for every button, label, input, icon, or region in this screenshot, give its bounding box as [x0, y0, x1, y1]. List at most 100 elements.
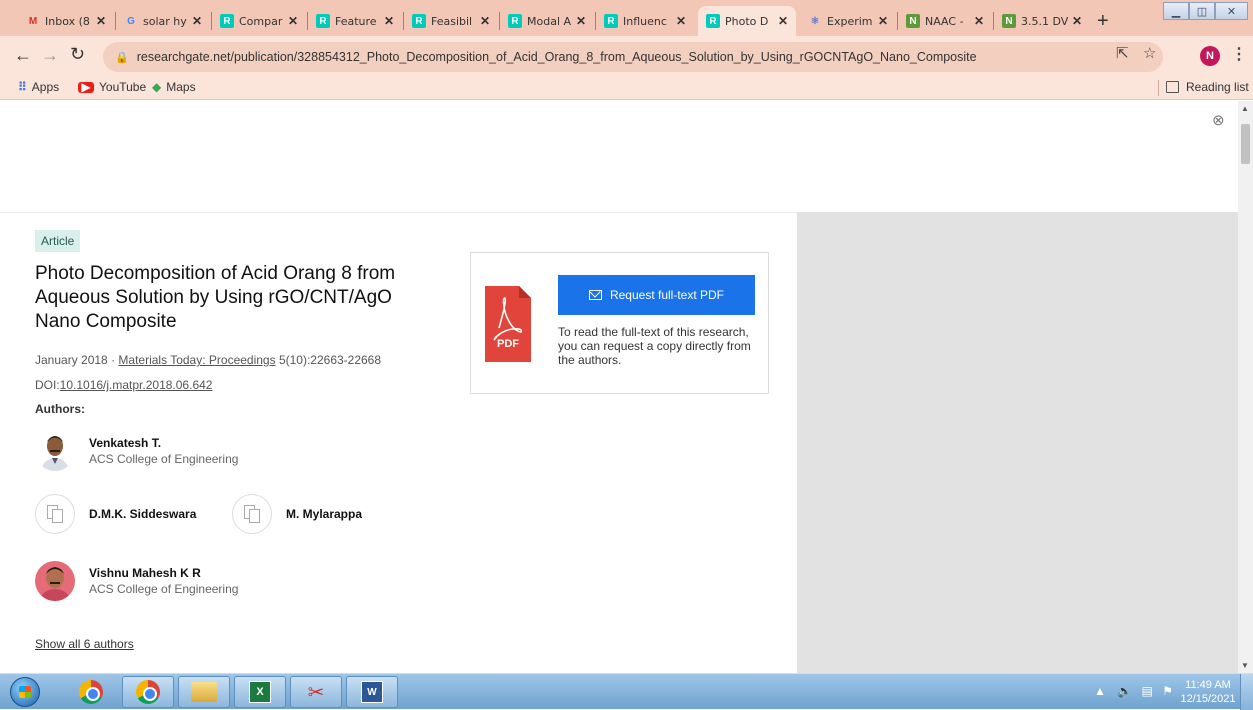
close-icon[interactable]: ✕ [974, 14, 984, 28]
close-icon[interactable]: ✕ [96, 14, 106, 28]
tab-title: Feature [335, 14, 377, 28]
action-center-flag-icon[interactable]: ⚑ [1162, 684, 1173, 698]
page-viewport: ⊗ Article Photo Decomposition of Acid Or… [0, 101, 1238, 673]
scroll-thumb[interactable] [1241, 124, 1250, 164]
scroll-up-arrow-icon[interactable]: ▲ [1241, 104, 1249, 113]
author-mylarappa[interactable]: M. Mylarappa [232, 494, 362, 534]
url-text: researchgate.net/publication/328854312_P… [136, 50, 977, 64]
tab-solar[interactable]: G solar hy ✕ [116, 6, 210, 36]
tab-inbox[interactable]: M Inbox (8 ✕ [18, 6, 114, 36]
reload-icon[interactable]: ↻ [70, 44, 85, 65]
clock-time: 11:49 AM [1185, 679, 1231, 691]
close-ad-icon[interactable]: ⊗ [1212, 111, 1225, 129]
close-icon[interactable]: ✕ [676, 14, 686, 28]
doi-link[interactable]: 10.1016/j.matpr.2018.06.642 [60, 378, 213, 392]
tab-title: solar hy [143, 14, 187, 28]
tab-title: Compar [239, 14, 283, 28]
pdf-file-icon: PDF [485, 286, 531, 362]
address-bar[interactable]: 🔒 researchgate.net/publication/328854312… [103, 42, 1163, 72]
taskbar-explorer[interactable] [178, 676, 230, 708]
start-button[interactable] [10, 677, 40, 707]
close-icon[interactable]: ✕ [576, 14, 586, 28]
tab-title: NAAC - [925, 14, 964, 28]
tab-naac[interactable]: N NAAC - ✕ [898, 6, 992, 36]
tab-compar[interactable]: R Compar ✕ [212, 6, 306, 36]
system-tray[interactable]: ▲ 🔈 ▤ ⚑ [1094, 684, 1173, 698]
show-desktop-button[interactable] [1240, 674, 1253, 710]
close-icon[interactable]: ✕ [192, 14, 202, 28]
avatar-placeholder[interactable] [35, 494, 75, 534]
back-arrow-icon[interactable]: ← [14, 45, 32, 66]
system-clock[interactable]: 11:49 AM 12/15/2021 [1180, 678, 1236, 706]
author-siddeswara[interactable]: D.M.K. Siddeswara [35, 494, 196, 534]
profile-avatar[interactable]: N [1200, 46, 1220, 66]
reading-list-button[interactable]: Reading list [1166, 80, 1249, 94]
tab-title: 3.5.1 DV [1021, 14, 1068, 28]
request-full-text-button[interactable]: Request full-text PDF [558, 275, 755, 315]
tab-photo-active[interactable]: R Photo D ✕ [698, 6, 796, 36]
researchgate-icon: R [604, 14, 618, 28]
minimize-button[interactable]: ▁ [1163, 2, 1189, 20]
avatar[interactable] [35, 561, 75, 601]
taskbar-chrome-profile[interactable] [122, 676, 174, 708]
taskbar-snipping-tool[interactable]: ✂ [290, 676, 342, 708]
tab-title: Feasibil [431, 14, 473, 28]
author-name[interactable]: M. Mylarappa [286, 507, 362, 521]
new-tab-button[interactable]: + [1097, 10, 1109, 33]
tab-modal[interactable]: R Modal A ✕ [500, 6, 594, 36]
researchgate-icon: R [706, 14, 720, 28]
show-all-authors-link[interactable]: Show all 6 authors [35, 637, 134, 651]
author-institution: ACS College of Engineering [89, 452, 239, 466]
doi-label: DOI: [35, 378, 60, 392]
google-icon: G [127, 15, 135, 27]
close-icon[interactable]: ✕ [384, 14, 394, 28]
bookmark-star-icon[interactable]: ☆ [1143, 44, 1156, 62]
explorer-folder-icon [191, 682, 217, 702]
tab-experim[interactable]: ⚛ Experim ✕ [800, 6, 896, 36]
share-icon[interactable]: ⇱ [1116, 44, 1129, 62]
bookmark-apps[interactable]: ⠿ Apps [18, 80, 59, 94]
tray-expand-icon[interactable]: ▲ [1094, 684, 1106, 698]
avatar-placeholder[interactable] [232, 494, 272, 534]
bookmark-label: Apps [31, 80, 60, 94]
close-window-button[interactable]: ✕ [1215, 2, 1248, 20]
close-icon[interactable]: ✕ [878, 14, 888, 28]
author-vishnu[interactable]: Vishnu Mahesh K R ACS College of Enginee… [35, 561, 238, 601]
author-name[interactable]: D.M.K. Siddeswara [89, 507, 196, 521]
maximize-button[interactable]: ◫ [1189, 2, 1215, 20]
word-icon: W [361, 681, 383, 703]
excel-icon: X [249, 681, 271, 703]
bookmark-youtube[interactable]: ▶ YouTube [78, 80, 146, 94]
pdf-request-description: To read the full-text of this research, … [558, 325, 751, 367]
page-scrollbar[interactable]: ▲ ▼ [1238, 101, 1253, 673]
author-name[interactable]: Vishnu Mahesh K R [89, 566, 238, 580]
scroll-down-arrow-icon[interactable]: ▼ [1241, 661, 1249, 670]
menu-kebab-icon[interactable]: ⋮ [1231, 44, 1247, 64]
close-icon[interactable]: ✕ [778, 14, 788, 28]
taskbar-excel[interactable]: X [234, 676, 286, 708]
tab-feasibil[interactable]: R Feasibil ✕ [404, 6, 498, 36]
author-name[interactable]: Venkatesh T. [89, 436, 238, 450]
article-type-badge: Article [35, 230, 81, 252]
volume-icon[interactable]: 🔈 [1117, 684, 1132, 698]
forward-arrow-icon[interactable]: → [41, 45, 59, 66]
tab-title: Inbox (8 [45, 14, 90, 28]
network-icon[interactable]: ▤ [1142, 684, 1153, 698]
journal-link[interactable]: Materials Today: Proceedings [118, 353, 275, 367]
close-icon[interactable]: ✕ [480, 14, 490, 28]
close-icon[interactable]: ✕ [1072, 14, 1082, 28]
right-panel [797, 212, 1238, 673]
tab-title: Modal A [527, 14, 572, 28]
avatar[interactable] [35, 431, 75, 471]
taskbar-chrome[interactable] [65, 676, 117, 708]
taskbar-word[interactable]: W [346, 676, 398, 708]
tab-351[interactable]: N 3.5.1 DV ✕ [994, 6, 1090, 36]
tab-title: Influenc [623, 14, 667, 28]
bookmark-maps[interactable]: ◆ Maps [152, 80, 196, 94]
author-venkatesh[interactable]: Venkatesh T. ACS College of Engineering [35, 431, 238, 471]
document-placeholder-icon [244, 505, 260, 523]
tab-feature[interactable]: R Feature ✕ [308, 6, 402, 36]
section-divider [0, 212, 797, 213]
close-icon[interactable]: ✕ [288, 14, 298, 28]
tab-influenc[interactable]: R Influenc ✕ [596, 6, 694, 36]
